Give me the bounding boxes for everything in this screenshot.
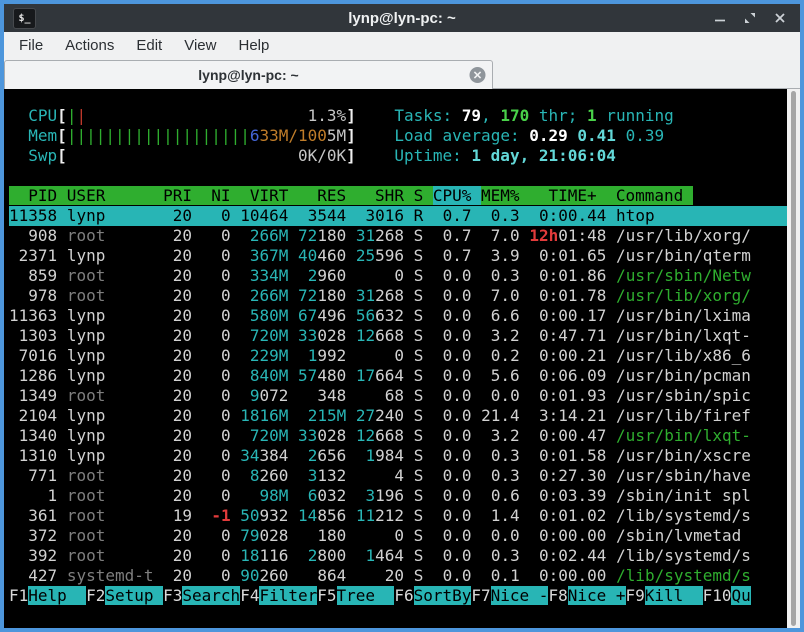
menu-view[interactable]: View xyxy=(173,32,227,60)
process-row[interactable]: 11363 lynp 20 0 580M 67496 56632 S 0.0 6… xyxy=(9,306,787,326)
menu-help[interactable]: Help xyxy=(227,32,280,60)
process-row[interactable]: 1286 lynp 20 0 840M 57480 17664 S 0.0 5.… xyxy=(9,366,787,386)
fnkey-label-f10[interactable]: Qu xyxy=(731,586,750,605)
menubar: File Actions Edit View Help xyxy=(4,32,800,60)
fnkey-label-f7[interactable]: Nice - xyxy=(491,586,549,605)
process-row[interactable]: 1303 lynp 20 0 720M 33028 12668 S 0.0 3.… xyxy=(9,326,787,346)
process-row[interactable]: 978 root 20 0 266M 72180 31268 S 0.0 7.0… xyxy=(9,286,787,306)
tab-close-icon[interactable] xyxy=(469,67,486,84)
process-row[interactable]: 7016 lynp 20 0 229M 1992 0 S 0.0 0.2 0:0… xyxy=(9,346,787,366)
process-row[interactable]: 2104 lynp 20 0 1816M 215M 27240 S 0.0 21… xyxy=(9,406,787,426)
fnkey-f9[interactable]: F9 xyxy=(626,586,645,605)
fnkey-label-f5[interactable]: Tree xyxy=(337,586,395,605)
fnkey-f8[interactable]: F8 xyxy=(548,586,567,605)
process-row[interactable]: 2371 lynp 20 0 367M 40460 25596 S 0.7 3.… xyxy=(9,246,787,266)
menu-file[interactable]: File xyxy=(8,32,54,60)
fnkey-f4[interactable]: F4 xyxy=(240,586,259,605)
htop-meter-line: Mem[|||||||||||||||||||633M/1005M] Load … xyxy=(9,126,787,146)
scrollbar-thumb[interactable] xyxy=(791,91,796,626)
terminal-screen[interactable]: CPU[|| 1.3%] Tasks: 79, 170 thr; 1 runni… xyxy=(4,89,800,628)
tabbar-empty-area xyxy=(493,60,800,89)
function-key-bar: F1Help F2Setup F3SearchF4FilterF5Tree F6… xyxy=(9,586,787,606)
tab-title: lynp@lyn-pc: ~ xyxy=(198,67,298,83)
fnkey-f6[interactable]: F6 xyxy=(394,586,413,605)
fnkey-label-f2[interactable]: Setup xyxy=(105,586,163,605)
minimize-button[interactable] xyxy=(712,10,728,26)
fnkey-f1[interactable]: F1 xyxy=(9,586,28,605)
fnkey-f7[interactable]: F7 xyxy=(471,586,490,605)
process-row[interactable]: 11358 lynp 20 0 10464 3544 3016 R 0.7 0.… xyxy=(9,206,787,226)
terminal-tab[interactable]: lynp@lyn-pc: ~ xyxy=(4,60,493,89)
restore-button[interactable] xyxy=(742,10,758,26)
fnkey-f10[interactable]: F10 xyxy=(703,586,732,605)
fnkey-label-f4[interactable]: Filter xyxy=(259,586,317,605)
titlebar[interactable]: $_ lynp@lyn-pc: ~ xyxy=(4,4,800,32)
tab-bar: lynp@lyn-pc: ~ xyxy=(4,60,800,89)
window-title: lynp@lyn-pc: ~ xyxy=(4,10,800,27)
menu-actions[interactable]: Actions xyxy=(54,32,125,60)
terminal-window: $_ lynp@lyn-pc: ~ File Actions Edit View… xyxy=(0,0,804,632)
process-row[interactable]: 1340 lynp 20 0 720M 33028 12668 S 0.0 3.… xyxy=(9,426,787,446)
close-button[interactable] xyxy=(772,10,788,26)
process-row[interactable]: 908 root 20 0 266M 72180 31268 S 0.7 7.0… xyxy=(9,226,787,246)
process-row[interactable]: 1349 root 20 0 9072 348 68 S 0.0 0.0 0:0… xyxy=(9,386,787,406)
process-row[interactable]: 1 root 20 0 98M 6032 3196 S 0.0 0.6 0:03… xyxy=(9,486,787,506)
htop-meter-line: CPU[|| 1.3%] Tasks: 79, 170 thr; 1 runni… xyxy=(9,106,787,126)
process-row[interactable]: 361 root 19 -1 50932 14856 11212 S 0.0 1… xyxy=(9,506,787,526)
process-row[interactable]: 372 root 20 0 79028 180 0 S 0.0 0.0 0:00… xyxy=(9,526,787,546)
process-row[interactable]: 427 systemd-t 20 0 90260 864 20 S 0.0 0.… xyxy=(9,566,787,586)
process-row[interactable]: 771 root 20 0 8260 3132 4 S 0.0 0.3 0:27… xyxy=(9,466,787,486)
fnkey-label-f8[interactable]: Nice + xyxy=(568,586,626,605)
htop-output: CPU[|| 1.3%] Tasks: 79, 170 thr; 1 runni… xyxy=(4,89,787,628)
menu-edit[interactable]: Edit xyxy=(125,32,173,60)
fnkey-label-f1[interactable]: Help xyxy=(28,586,86,605)
fnkey-f2[interactable]: F2 xyxy=(86,586,105,605)
scrollbar[interactable] xyxy=(787,89,800,628)
htop-meter-line: Swp[ 0K/0K] Uptime: 1 day, 21:06:04 xyxy=(9,146,787,166)
blank-line xyxy=(9,166,787,186)
process-row[interactable]: 392 root 20 0 18116 2800 1464 S 0.0 0.3 … xyxy=(9,546,787,566)
fnkey-label-f9[interactable]: Kill xyxy=(645,586,703,605)
fnkey-label-f3[interactable]: Search xyxy=(182,586,240,605)
fnkey-f5[interactable]: F5 xyxy=(317,586,336,605)
process-row[interactable]: 859 root 20 0 334M 2960 0 S 0.0 0.3 0:01… xyxy=(9,266,787,286)
fnkey-label-f6[interactable]: SortBy xyxy=(414,586,472,605)
process-row[interactable]: 1310 lynp 20 0 34384 2656 1984 S 0.0 0.3… xyxy=(9,446,787,466)
htop-table-header[interactable]: PID USER PRI NI VIRT RES SHR S CPU% MEM%… xyxy=(9,186,787,206)
window-controls xyxy=(712,10,800,26)
fnkey-f3[interactable]: F3 xyxy=(163,586,182,605)
